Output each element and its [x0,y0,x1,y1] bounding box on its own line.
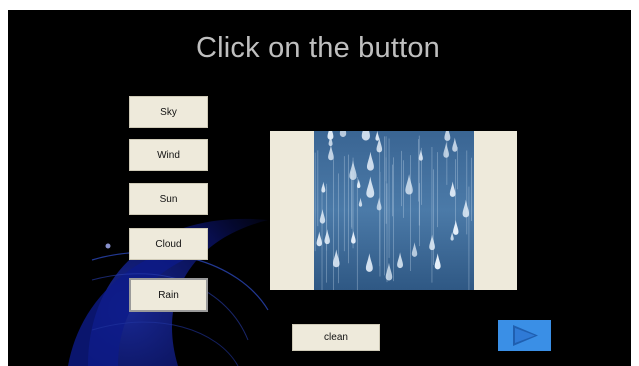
slide-stage: Click on the button Sky Wind Sun Cloud R… [8,10,631,366]
play-arrow-icon [513,325,538,346]
sun-button[interactable]: Sun [129,183,208,215]
clean-button[interactable]: clean [292,324,380,351]
sky-button[interactable]: Sky [129,96,208,128]
next-button[interactable] [498,320,551,351]
rain-drops-image [314,131,474,290]
wind-button[interactable]: Wind [129,139,208,171]
slide-title: Click on the button [196,32,440,64]
cloud-button[interactable]: Cloud [129,228,208,260]
picture-panel [270,131,517,290]
rain-button[interactable]: Rain [129,278,208,312]
